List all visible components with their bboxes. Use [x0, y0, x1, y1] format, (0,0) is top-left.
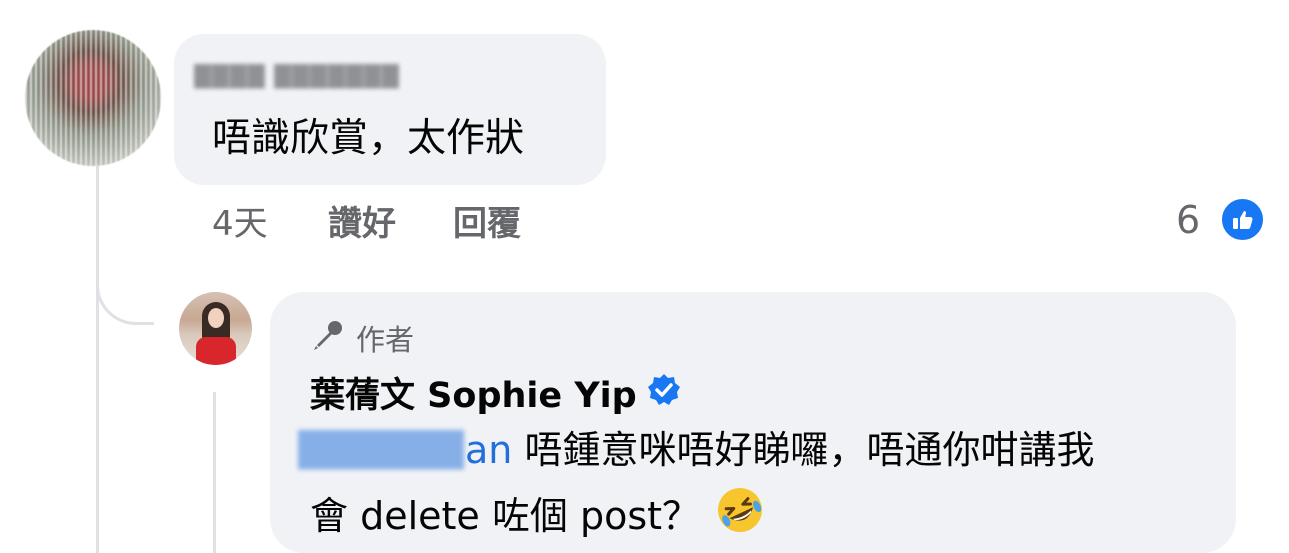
mention-link[interactable]: an: [465, 428, 512, 472]
reaction-count[interactable]: 6: [1176, 196, 1200, 244]
like-button[interactable]: 讚好: [328, 200, 396, 248]
reply-text-line1: an 唔鍾意咪唔好睇囉，唔通你咁講我: [465, 426, 1094, 474]
commenter-name[interactable]: ████ ███████: [194, 64, 408, 90]
thread-line: [96, 166, 99, 553]
reply-text-content-2: 會 delete 咗個 post？: [310, 493, 701, 538]
reply-text-line2: 會 delete 咗個 post？: [310, 484, 766, 547]
reply-author-name[interactable]: 葉蒨文 Sophie Yip: [310, 367, 637, 418]
verified-badge-icon: [647, 373, 681, 411]
comment-text: 唔識欣賞，太作狀: [212, 116, 525, 161]
author-badge-label: 作者: [356, 323, 415, 357]
author-avatar[interactable]: [179, 292, 252, 365]
reply-author-row: 葉蒨文 Sophie Yip: [310, 368, 681, 416]
reply-text-content: 唔鍾意咪唔好睇囉，唔通你咁講我: [512, 428, 1095, 472]
avatar-dress: [196, 337, 236, 365]
author-badge: 作者: [310, 318, 414, 358]
mention-link-redacted[interactable]: ████████: [298, 430, 464, 472]
comment-timestamp[interactable]: 4天: [212, 200, 268, 248]
reply-thread-line: [213, 392, 216, 553]
like-reaction-icon[interactable]: [1219, 196, 1266, 243]
thread-branch: [96, 270, 154, 325]
reply-button[interactable]: 回覆: [453, 200, 521, 248]
commenter-avatar[interactable]: [25, 30, 161, 166]
microphone-icon: [310, 318, 346, 358]
avatar-face: [208, 308, 224, 328]
rolling-laughing-emoji-icon: [714, 484, 766, 547]
